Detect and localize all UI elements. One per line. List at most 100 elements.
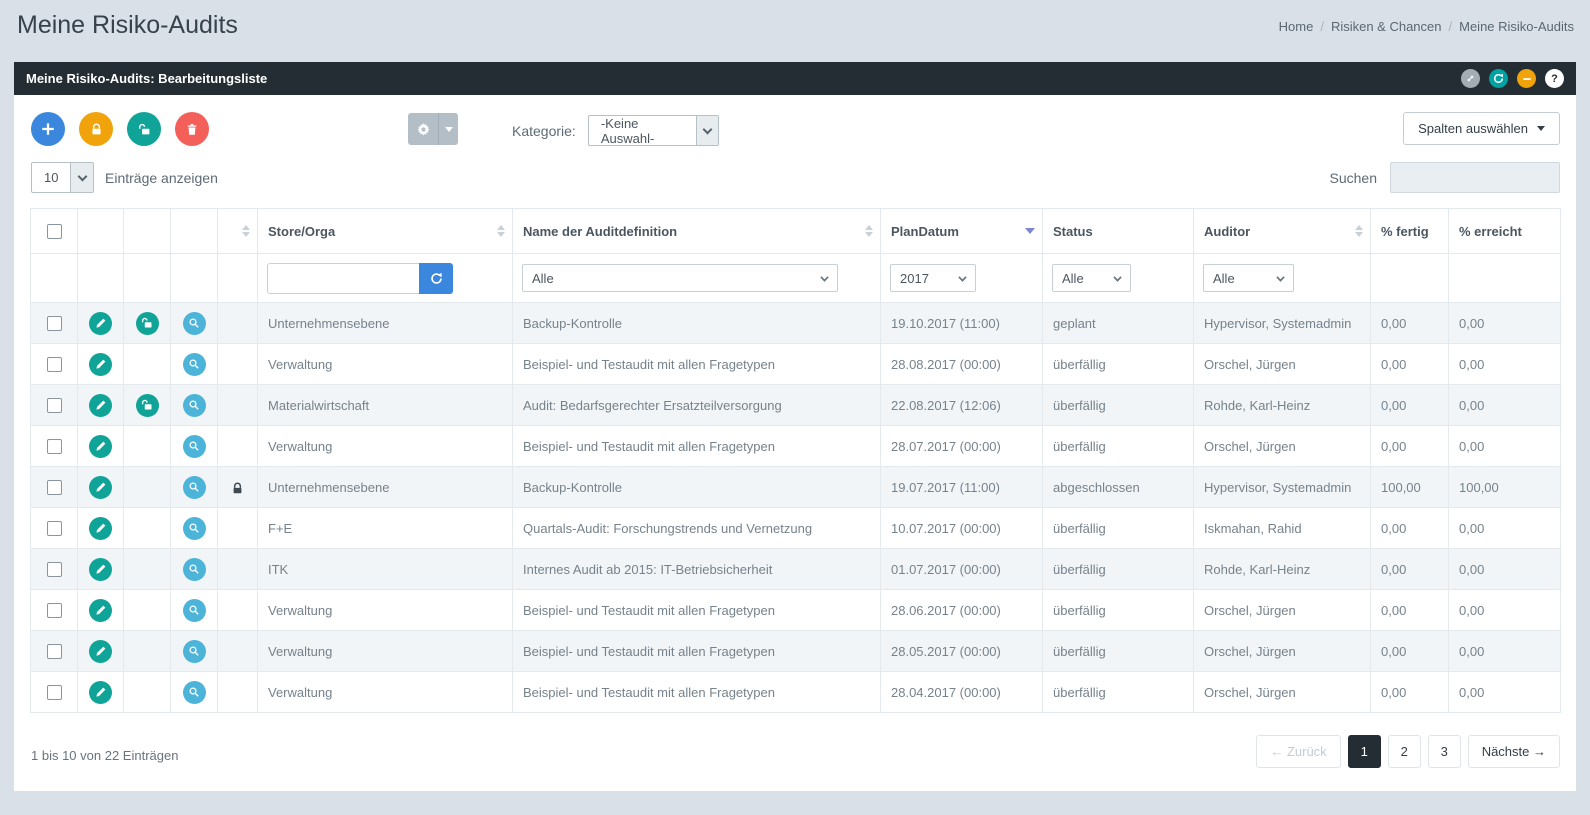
lock-open-icon — [138, 123, 151, 136]
name-filter-select[interactable]: Alle — [522, 264, 838, 292]
pagination-prev-button[interactable]: ← Zurück — [1256, 735, 1340, 768]
cell-name: Beispiel- und Testaudit mit allen Fraget… — [513, 631, 881, 672]
cell-status: abgeschlossen — [1043, 467, 1194, 508]
cell-store: Materialwirtschaft — [258, 385, 513, 426]
edit-button[interactable] — [89, 681, 112, 704]
edit-button[interactable] — [89, 394, 112, 417]
delete-button[interactable] — [175, 112, 209, 146]
table-row: Unternehmensebene Backup-Kontrolle 19.07… — [31, 467, 1561, 508]
column-header-status[interactable]: Status — [1043, 209, 1194, 254]
row-checkbox[interactable] — [47, 398, 62, 413]
row-checkbox[interactable] — [47, 316, 62, 331]
breadcrumb-risiken-chancen[interactable]: Risiken & Chancen — [1331, 19, 1442, 34]
row-checkbox[interactable] — [47, 644, 62, 659]
edit-button[interactable] — [89, 476, 112, 499]
page-size-value: 10 — [32, 163, 70, 192]
status-filter-select[interactable]: Alle — [1052, 264, 1131, 292]
edit-button[interactable] — [89, 640, 112, 663]
edit-button[interactable] — [89, 435, 112, 458]
row-checkbox[interactable] — [47, 357, 62, 372]
pencil-icon — [95, 646, 106, 657]
collapse-icon[interactable] — [1517, 69, 1536, 88]
auditor-filter-select[interactable]: Alle — [1203, 264, 1294, 292]
row-checkbox[interactable] — [47, 521, 62, 536]
view-button[interactable] — [183, 312, 206, 335]
cell-fertig: 0,00 — [1371, 344, 1449, 385]
row-checkbox[interactable] — [47, 603, 62, 618]
choose-columns-button[interactable]: Spalten auswählen — [1403, 112, 1560, 145]
view-button[interactable] — [183, 394, 206, 417]
row-unlock-button[interactable] — [136, 394, 159, 417]
cell-fertig: 0,00 — [1371, 426, 1449, 467]
panel-title: Meine Risiko-Audits: Bearbeitungsliste — [26, 71, 267, 86]
search-label: Suchen — [1330, 170, 1377, 186]
expand-icon[interactable] — [1461, 69, 1480, 88]
cell-status: überfällig — [1043, 508, 1194, 549]
page-size-label: Einträge anzeigen — [105, 170, 218, 186]
view-button[interactable] — [183, 517, 206, 540]
column-header-plandatum[interactable]: PlanDatum — [881, 209, 1043, 254]
column-header-store[interactable]: Store/Orga — [258, 209, 513, 254]
view-button[interactable] — [183, 599, 206, 622]
edit-button[interactable] — [89, 312, 112, 335]
view-button[interactable] — [183, 476, 206, 499]
edit-button[interactable] — [89, 517, 112, 540]
cell-status: überfällig — [1043, 549, 1194, 590]
store-filter-input[interactable] — [267, 263, 419, 294]
view-button[interactable] — [183, 681, 206, 704]
row-checkbox[interactable] — [47, 562, 62, 577]
select-all-checkbox[interactable] — [47, 224, 62, 239]
lock-state-column-header[interactable] — [218, 209, 258, 254]
magnifier-icon — [188, 358, 200, 370]
column-label: Store/Orga — [268, 224, 335, 239]
table-row: Verwaltung Beispiel- und Testaudit mit a… — [31, 426, 1561, 467]
row-checkbox[interactable] — [47, 685, 62, 700]
search-input[interactable] — [1390, 162, 1560, 193]
row-unlock-button[interactable] — [136, 312, 159, 335]
view-button[interactable] — [183, 353, 206, 376]
view-button[interactable] — [183, 640, 206, 663]
breadcrumb-home[interactable]: Home — [1279, 19, 1314, 34]
row-checkbox[interactable] — [47, 439, 62, 454]
view-button[interactable] — [183, 435, 206, 458]
page-size-select[interactable]: 10 — [31, 162, 94, 193]
magnifier-icon — [188, 604, 200, 616]
breadcrumb-separator: / — [1449, 19, 1453, 34]
chevron-down-icon — [1113, 273, 1121, 281]
store-filter-refresh-button[interactable] — [419, 263, 453, 294]
pagination-next-button[interactable]: Nächste → — [1468, 735, 1560, 768]
column-label: Name der Auditdefinition — [523, 224, 677, 239]
cell-erreicht: 0,00 — [1449, 508, 1561, 549]
lock-button[interactable] — [79, 112, 113, 146]
page-title: Meine Risiko-Audits — [17, 11, 238, 40]
cell-fertig: 0,00 — [1371, 385, 1449, 426]
pagination-page-2[interactable]: 2 — [1388, 735, 1421, 768]
pagination-page-3[interactable]: 3 — [1428, 735, 1461, 768]
refresh-icon[interactable] — [1489, 69, 1508, 88]
column-header-auditor[interactable]: Auditor — [1194, 209, 1371, 254]
settings-split-button[interactable] — [408, 113, 458, 145]
cell-name: Backup-Kontrolle — [513, 467, 881, 508]
pagination-page-1[interactable]: 1 — [1348, 735, 1381, 768]
action-toolbar — [31, 112, 209, 146]
help-icon[interactable]: ? — [1545, 69, 1564, 88]
add-button[interactable] — [31, 112, 65, 146]
magnifier-icon — [188, 563, 200, 575]
row-checkbox[interactable] — [47, 480, 62, 495]
view-button[interactable] — [183, 558, 206, 581]
edit-button[interactable] — [89, 599, 112, 622]
column-header-name[interactable]: Name der Auditdefinition — [513, 209, 881, 254]
cell-status: überfällig — [1043, 385, 1194, 426]
choose-columns-label: Spalten auswählen — [1418, 121, 1528, 136]
magnifier-icon — [188, 686, 200, 698]
plandatum-filter-select[interactable]: 2017 — [890, 264, 976, 292]
breadcrumb: Home / Risiken & Chancen / Meine Risiko-… — [1279, 19, 1574, 34]
category-select[interactable]: -Keine Auswahl- — [588, 115, 719, 146]
pagination: ← Zurück 1 2 3 Nächste → — [1256, 735, 1560, 768]
cell-erreicht: 0,00 — [1449, 426, 1561, 467]
edit-button[interactable] — [89, 353, 112, 376]
sort-icon — [1355, 225, 1363, 237]
edit-column-header — [78, 209, 124, 254]
edit-button[interactable] — [89, 558, 112, 581]
unlock-button[interactable] — [127, 112, 161, 146]
